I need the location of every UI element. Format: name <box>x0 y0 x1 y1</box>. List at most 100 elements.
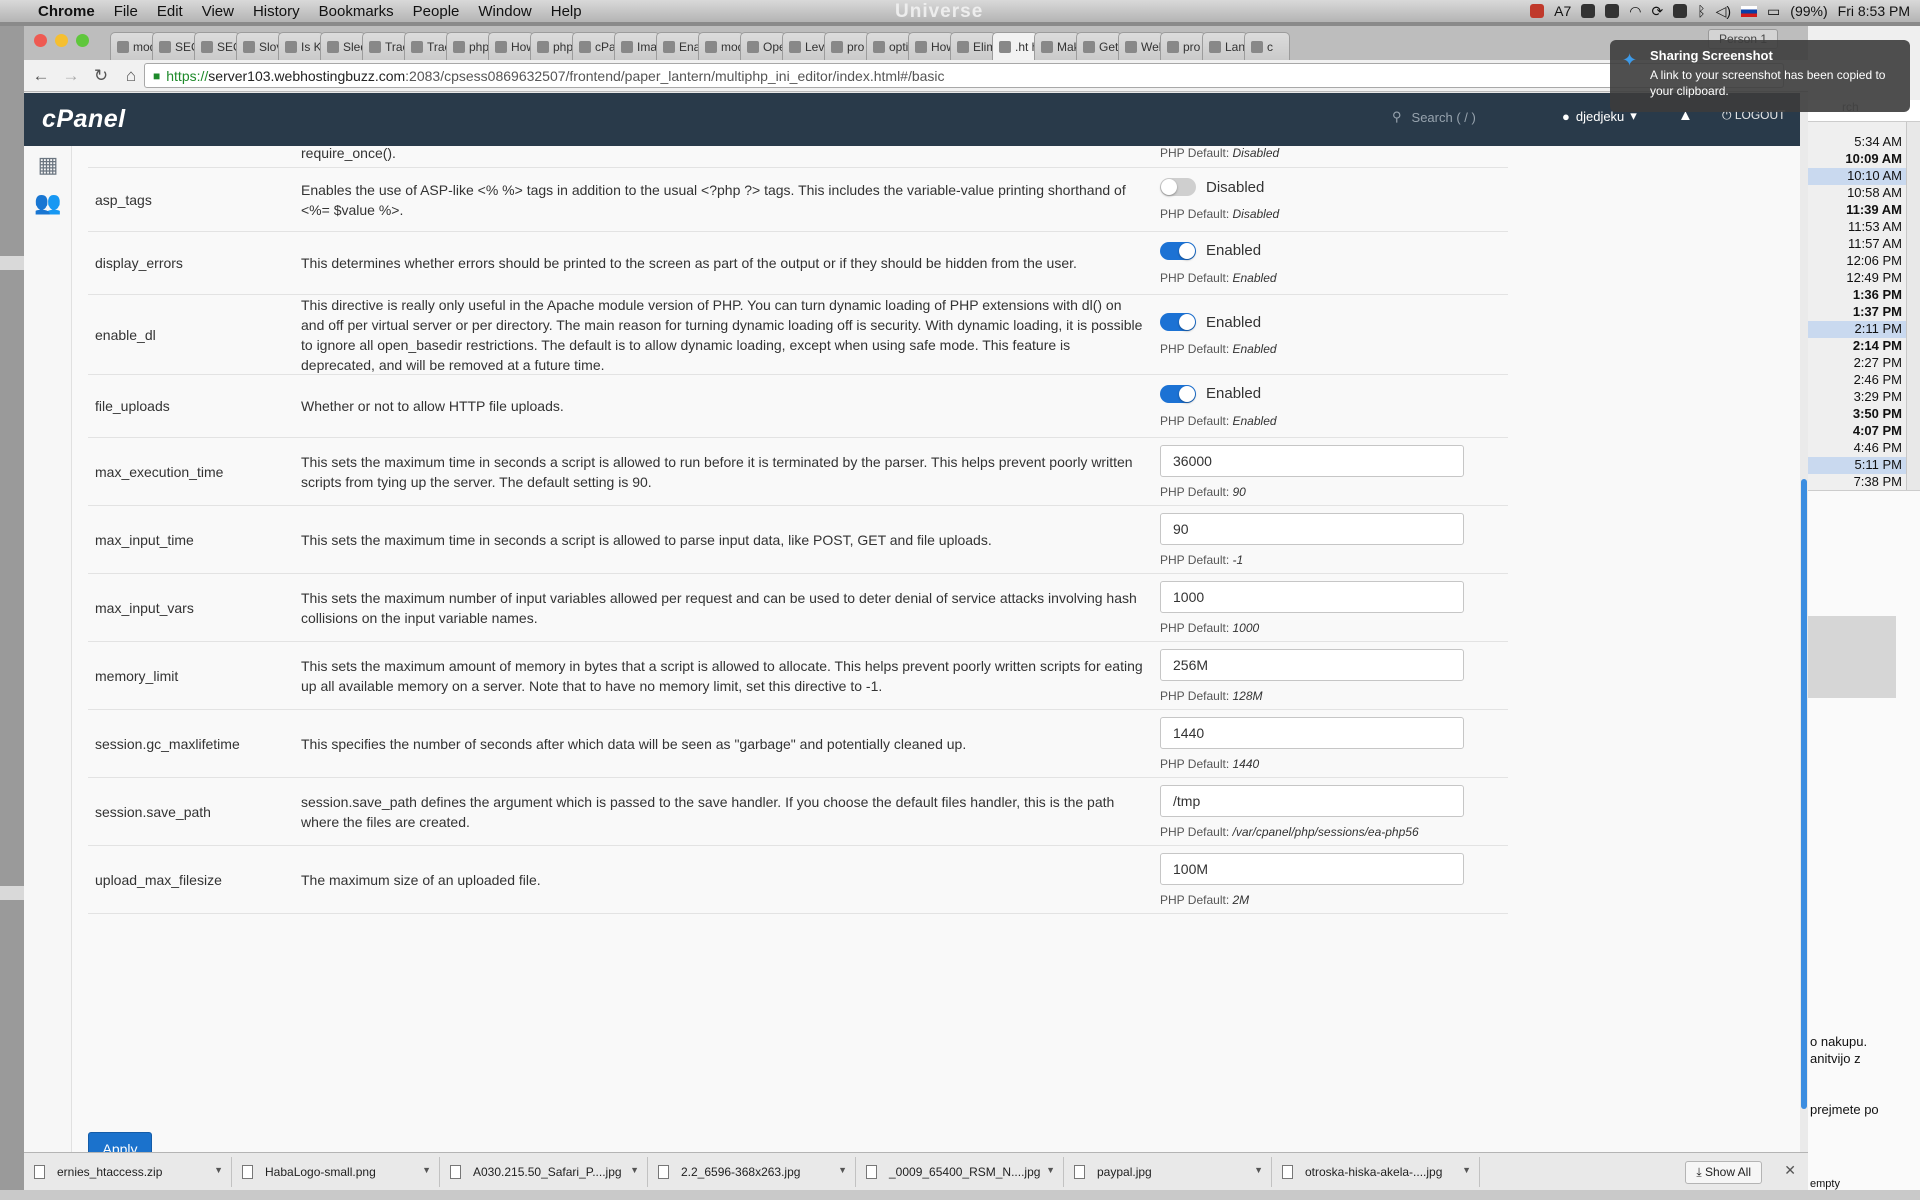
directive-toggle[interactable]: Enabled <box>1160 384 1261 403</box>
browser-tab[interactable]: Leve <box>782 32 828 60</box>
mail-time[interactable]: 1:36 PM <box>1808 287 1906 304</box>
mail-time[interactable]: 4:46 PM <box>1808 440 1906 457</box>
directive-toggle[interactable]: Enabled <box>1160 241 1261 260</box>
download-item[interactable]: _0009_65400_RSM_N....jpg ▼ <box>856 1156 1064 1187</box>
browser-tab[interactable]: Trac <box>404 32 450 60</box>
chevron-down-icon[interactable]: ▼ <box>630 1165 639 1175</box>
chevron-down-icon[interactable]: ▼ <box>1462 1165 1471 1175</box>
back-arrow-icon[interactable]: ← <box>28 66 54 86</box>
mail-time[interactable]: 12:49 PM <box>1808 270 1906 287</box>
mail-time[interactable]: 2:27 PM <box>1808 355 1906 372</box>
grid-icon[interactable]: ▦ <box>34 152 62 177</box>
close-downloads-icon[interactable]: ✕ <box>1784 1162 1796 1179</box>
browser-tab[interactable]: .ht htac <box>992 32 1038 60</box>
forward-arrow-icon[interactable]: → <box>58 66 84 86</box>
mail-time[interactable]: 12:06 PM <box>1808 253 1906 270</box>
browser-tab[interactable]: Sled <box>320 32 366 60</box>
adobe-icon[interactable]: A7 <box>1554 3 1571 19</box>
menu-people[interactable]: People <box>413 3 460 20</box>
download-item[interactable]: ernies_htaccess.zip ▼ <box>24 1156 232 1187</box>
browser-tab[interactable]: mod <box>110 32 156 60</box>
menu-app-name[interactable]: Chrome <box>38 3 95 20</box>
dropbox-notification[interactable]: ✦ Sharing Screenshot A link to your scre… <box>1610 40 1910 112</box>
download-item[interactable]: A030.215.50_Safari_P....jpg ▼ <box>440 1156 648 1187</box>
browser-tab[interactable]: How <box>488 32 534 60</box>
menu-help[interactable]: Help <box>551 3 582 20</box>
wifi-icon[interactable]: ◠ <box>1629 3 1641 20</box>
mail-time[interactable]: 10:58 AM <box>1808 185 1906 202</box>
browser-tab[interactable]: SEO <box>194 32 240 60</box>
browser-tab[interactable]: Lan <box>1202 32 1248 60</box>
browser-tab[interactable]: php <box>530 32 576 60</box>
browser-tab[interactable]: mod <box>698 32 744 60</box>
toggle-switch[interactable] <box>1160 384 1196 403</box>
download-item[interactable]: HabaLogo-small.png ▼ <box>232 1156 440 1187</box>
mail-time[interactable]: 4:07 PM <box>1808 423 1906 440</box>
close-window-icon[interactable] <box>34 34 47 47</box>
chevron-down-icon[interactable]: ▼ <box>838 1165 847 1175</box>
battery-icon[interactable]: ▭ <box>1767 3 1780 20</box>
mail-time[interactable]: 5:34 AM <box>1808 134 1906 151</box>
browser-tab[interactable]: opti <box>866 32 912 60</box>
mail-time[interactable]: 2:11 PM <box>1808 321 1906 338</box>
mail-time[interactable]: 2:46 PM <box>1808 372 1906 389</box>
download-item[interactable]: paypal.jpg ▼ <box>1064 1156 1272 1187</box>
chevron-down-icon[interactable]: ▼ <box>214 1165 223 1175</box>
mail-time[interactable]: 11:53 AM <box>1808 219 1906 236</box>
sync-icon[interactable]: ⟳ <box>1651 3 1663 20</box>
address-bar[interactable]: ■ https://server103.webhostingbuzz.com:2… <box>144 63 1784 88</box>
mail-time[interactable]: 10:10 AM <box>1808 168 1906 185</box>
show-all-downloads-button[interactable]: ⤓ Show All <box>1685 1161 1762 1184</box>
menu-history[interactable]: History <box>253 3 300 20</box>
directive-value-input[interactable] <box>1160 580 1464 613</box>
mail-time[interactable]: 1:37 PM <box>1808 304 1906 321</box>
volume-icon[interactable]: ◁) <box>1716 3 1731 20</box>
display-icon[interactable] <box>1673 4 1688 18</box>
mail-list-scrollbar[interactable] <box>1906 122 1920 502</box>
mail-time[interactable]: 7:38 PM <box>1808 474 1906 491</box>
directive-value-input[interactable] <box>1160 444 1464 477</box>
status-app-icon[interactable] <box>1530 4 1545 18</box>
browser-tab[interactable]: Gett <box>1076 32 1122 60</box>
chevron-down-icon[interactable]: ▼ <box>422 1165 431 1175</box>
home-icon[interactable]: ⌂ <box>118 66 144 86</box>
browser-tab[interactable]: Ima <box>614 32 660 60</box>
browser-tab[interactable]: SEO <box>152 32 198 60</box>
browser-tab[interactable]: Enal <box>656 32 702 60</box>
browser-tab[interactable]: Slov <box>236 32 282 60</box>
mail-time[interactable]: 3:29 PM <box>1808 389 1906 406</box>
users-icon[interactable]: 👥 <box>34 190 62 215</box>
menu-edit[interactable]: Edit <box>157 3 183 20</box>
browser-tab[interactable]: How <box>908 32 954 60</box>
bluetooth-icon[interactable]: ᛒ <box>1697 3 1705 19</box>
toggle-switch[interactable] <box>1160 313 1196 331</box>
cpanel-logo[interactable]: cPanel <box>42 105 126 134</box>
chevron-down-icon[interactable]: ▼ <box>1046 1165 1055 1175</box>
browser-tab[interactable]: pro <box>1160 32 1206 60</box>
browser-tab[interactable]: php <box>446 32 492 60</box>
input-source-flag-icon[interactable] <box>1741 5 1758 17</box>
toggle-switch[interactable] <box>1160 178 1196 196</box>
directive-value-input[interactable] <box>1160 784 1464 817</box>
minimize-window-icon[interactable] <box>55 34 68 47</box>
menu-bookmarks[interactable]: Bookmarks <box>319 3 394 20</box>
browser-tab[interactable]: Mak <box>1034 32 1080 60</box>
browser-tab[interactable]: pro <box>824 32 870 60</box>
menubar-clock[interactable]: Fri 8:53 PM <box>1838 3 1910 19</box>
chevron-down-icon[interactable]: ▼ <box>1254 1165 1263 1175</box>
browser-tab[interactable]: c <box>1244 32 1290 60</box>
mail-time[interactable]: 5:11 PM <box>1808 457 1906 474</box>
browser-tab[interactable]: Elim <box>950 32 996 60</box>
cpanel-search[interactable]: ⚲ Search ( / ) <box>1392 109 1476 125</box>
mail-time[interactable]: 3:50 PM <box>1808 406 1906 423</box>
mail-time[interactable]: 10:09 AM <box>1808 151 1906 168</box>
browser-tab[interactable]: cPan <box>572 32 618 60</box>
directive-toggle[interactable]: Enabled <box>1160 313 1261 331</box>
zoom-window-icon[interactable] <box>76 34 89 47</box>
download-item[interactable]: otroska-hiska-akela-....jpg ▼ <box>1272 1156 1480 1187</box>
menu-view[interactable]: View <box>202 3 234 20</box>
menu-window[interactable]: Window <box>478 3 531 20</box>
mail-time[interactable]: 11:57 AM <box>1808 236 1906 253</box>
mail-time[interactable]: 2:14 PM <box>1808 338 1906 355</box>
browser-tab[interactable]: Web <box>1118 32 1164 60</box>
